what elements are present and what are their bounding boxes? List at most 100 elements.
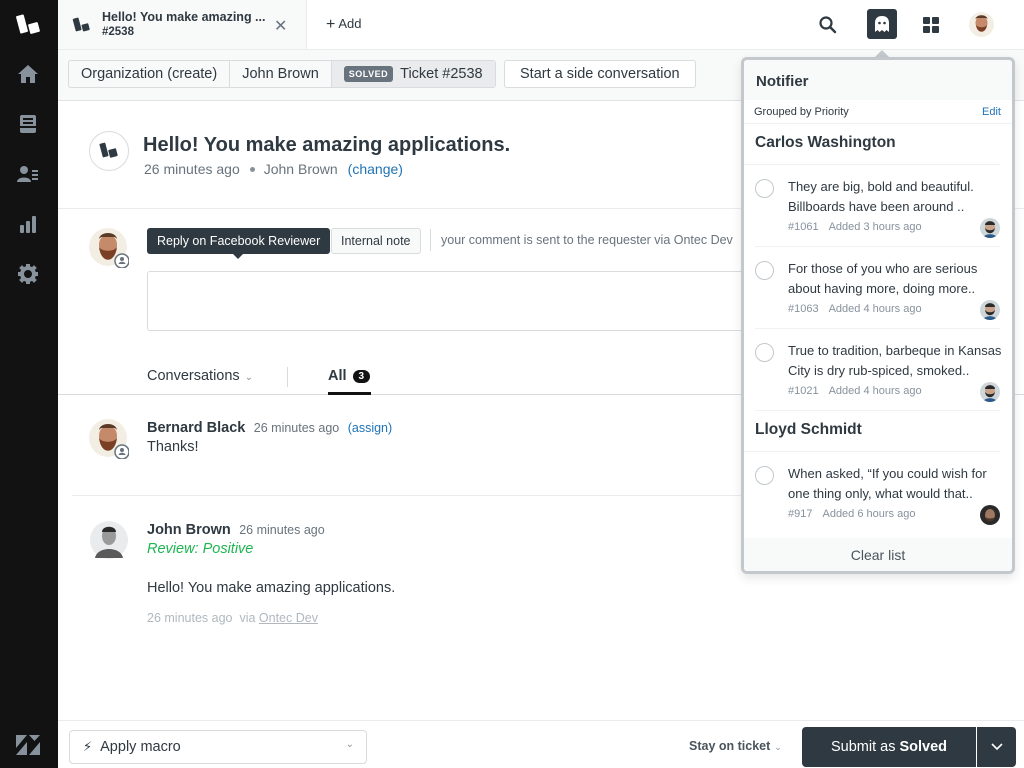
ticket-channel-icon	[89, 131, 129, 171]
breadcrumb-ticket[interactable]: SOLVED Ticket #2538	[331, 61, 495, 87]
notifier-group-title: Lloyd Schmidt	[744, 411, 1000, 452]
item-checkbox[interactable]	[755, 179, 774, 198]
submit-status: Solved	[899, 739, 948, 755]
close-tab-icon[interactable]: ✕	[274, 16, 287, 36]
item-avatar	[980, 218, 1000, 238]
sidebar-item-views[interactable]	[17, 113, 39, 135]
item-id: #1061	[788, 221, 819, 233]
via-prefix: via	[239, 611, 256, 625]
breadcrumb-requester[interactable]: John Brown	[230, 61, 332, 87]
product-logo-icon[interactable]	[15, 12, 43, 38]
tab-all-label: All	[328, 368, 347, 384]
tab-ticket-number: #2538	[102, 26, 134, 38]
ticket-title: Hello! You make amazing applications.	[143, 134, 511, 156]
item-text: When asked, “If you could wish for one t…	[788, 466, 987, 501]
bar-chart-icon	[20, 216, 36, 233]
apps-grid-icon[interactable]	[923, 17, 939, 33]
message-time: 26 minutes ago	[253, 421, 340, 435]
ticket-time: 26 minutes ago	[144, 161, 240, 177]
via-channel-link[interactable]: Ontec Dev	[259, 611, 318, 625]
item-text: True to tradition, barbeque in Kansas Ci…	[788, 343, 1002, 378]
message-author[interactable]: John Brown	[147, 522, 231, 538]
apply-macro-dropdown[interactable]: ⚡︎ Apply macro ⌄	[69, 730, 367, 764]
item-avatar	[980, 505, 1000, 525]
search-icon[interactable]	[818, 15, 838, 35]
notifier-item[interactable]: They are big, bold and beautiful. Billbo…	[755, 165, 1000, 247]
ticket-tab-icon	[72, 17, 90, 31]
message-header: John Brown 26 minutes ago	[147, 521, 325, 539]
add-tab-button[interactable]: + Add	[326, 16, 361, 34]
notifier-grouping: Grouped by Priority Edit	[744, 100, 1012, 124]
breadcrumb-organization[interactable]: Organization (create)	[69, 61, 231, 87]
notifier-item[interactable]: True to tradition, barbeque in Kansas Ci…	[755, 329, 1001, 411]
ticket-footer: ⚡︎ Apply macro ⌄ Stay on ticket ⌄ Submit …	[58, 720, 1024, 768]
tab-all-count: 3	[352, 370, 371, 383]
composer-hint: your comment is sent to the requester vi…	[441, 233, 733, 247]
apply-macro-label: Apply macro	[100, 739, 181, 755]
user-avatar[interactable]	[969, 12, 994, 37]
inbox-icon	[20, 115, 36, 133]
edit-link[interactable]: Edit	[982, 106, 1001, 118]
item-checkbox[interactable]	[755, 261, 774, 280]
ticket-requester: John Brown	[263, 161, 338, 177]
conversations-filter-dropdown[interactable]: Conversations ⌄	[147, 368, 253, 384]
message-body: Thanks!	[147, 439, 199, 455]
tab-all[interactable]: All 3	[328, 368, 372, 395]
notifier-app-button[interactable]	[867, 9, 897, 39]
sidebar-item-reporting[interactable]	[17, 213, 39, 235]
change-requester-link[interactable]: (change)	[348, 161, 403, 177]
item-checkbox[interactable]	[755, 466, 774, 485]
breadcrumb-ticket-label: Ticket #2538	[400, 66, 483, 82]
user-avatar-image	[969, 12, 994, 37]
item-meta: #1021 Added 4 hours ago	[788, 385, 922, 397]
start-side-conversation-button[interactable]: Start a side conversation	[504, 60, 696, 88]
message-divider	[72, 495, 742, 496]
gear-icon	[18, 264, 38, 284]
message-avatar	[89, 419, 130, 460]
reply-channel-button[interactable]: Reply on Facebook Reviewer	[147, 228, 331, 259]
chevron-down-icon: ⌄	[774, 742, 782, 752]
message-avatar	[89, 520, 129, 560]
sidebar-item-home[interactable]	[17, 63, 39, 85]
notifier-item[interactable]: For those of you who are serious about h…	[755, 247, 1000, 329]
notifier-item[interactable]: When asked, “If you could wish for one t…	[755, 452, 1000, 534]
zendesk-logo-icon[interactable]	[15, 734, 41, 756]
message-author[interactable]: Bernard Black	[147, 420, 245, 436]
stay-on-ticket-dropdown[interactable]: Stay on ticket ⌄	[689, 739, 782, 753]
lightning-icon: ⚡︎	[83, 739, 93, 754]
conversations-filter-label: Conversations	[147, 368, 240, 384]
item-added: Added 6 hours ago	[822, 508, 916, 520]
notifier-caret	[875, 50, 889, 57]
message-body: Hello! You make amazing applications.	[147, 580, 396, 596]
ticket-meta: 26 minutes ago John Brown (change)	[144, 161, 403, 177]
item-added: Added 4 hours ago	[828, 385, 922, 397]
ticket-tab[interactable]: Hello! You make amazing ... #2538 ✕	[58, 0, 307, 49]
sidebar-item-admin[interactable]	[17, 263, 39, 285]
notifier-group-title: Carlos Washington	[744, 124, 1000, 165]
chevron-down-icon	[990, 743, 1003, 751]
message-header: Bernard Black 26 minutes ago (assign)	[147, 419, 392, 437]
add-tab-label: Add	[338, 16, 362, 31]
item-text: They are big, bold and beautiful. Billbo…	[788, 179, 974, 214]
sidebar	[0, 0, 58, 768]
item-checkbox[interactable]	[755, 343, 774, 362]
message-footer-time: 26 minutes ago	[147, 611, 233, 625]
sidebar-item-customers[interactable]	[17, 163, 39, 185]
clear-list-button[interactable]: Clear list	[744, 538, 1012, 571]
comment-input[interactable]	[147, 271, 747, 331]
item-id: #1063	[788, 303, 819, 315]
item-added: Added 3 hours ago	[828, 221, 922, 233]
separator-dot	[249, 166, 255, 172]
submit-options-button[interactable]	[977, 727, 1016, 767]
tab-title: Hello! You make amazing ...	[102, 10, 266, 24]
composer-divider	[430, 229, 431, 251]
item-meta: #917 Added 6 hours ago	[788, 508, 915, 520]
assign-link[interactable]: (assign)	[348, 421, 392, 435]
notifier-panel: Notifier Grouped by Priority Edit Carlos…	[741, 57, 1015, 574]
message-footer: 26 minutes ago via Ontec Dev	[147, 611, 318, 625]
internal-note-button[interactable]: Internal note	[331, 228, 421, 254]
submit-button[interactable]: Submit as Solved	[802, 727, 976, 767]
item-id: #1021	[788, 385, 819, 397]
item-added: Added 4 hours ago	[828, 303, 922, 315]
home-icon	[18, 65, 38, 83]
